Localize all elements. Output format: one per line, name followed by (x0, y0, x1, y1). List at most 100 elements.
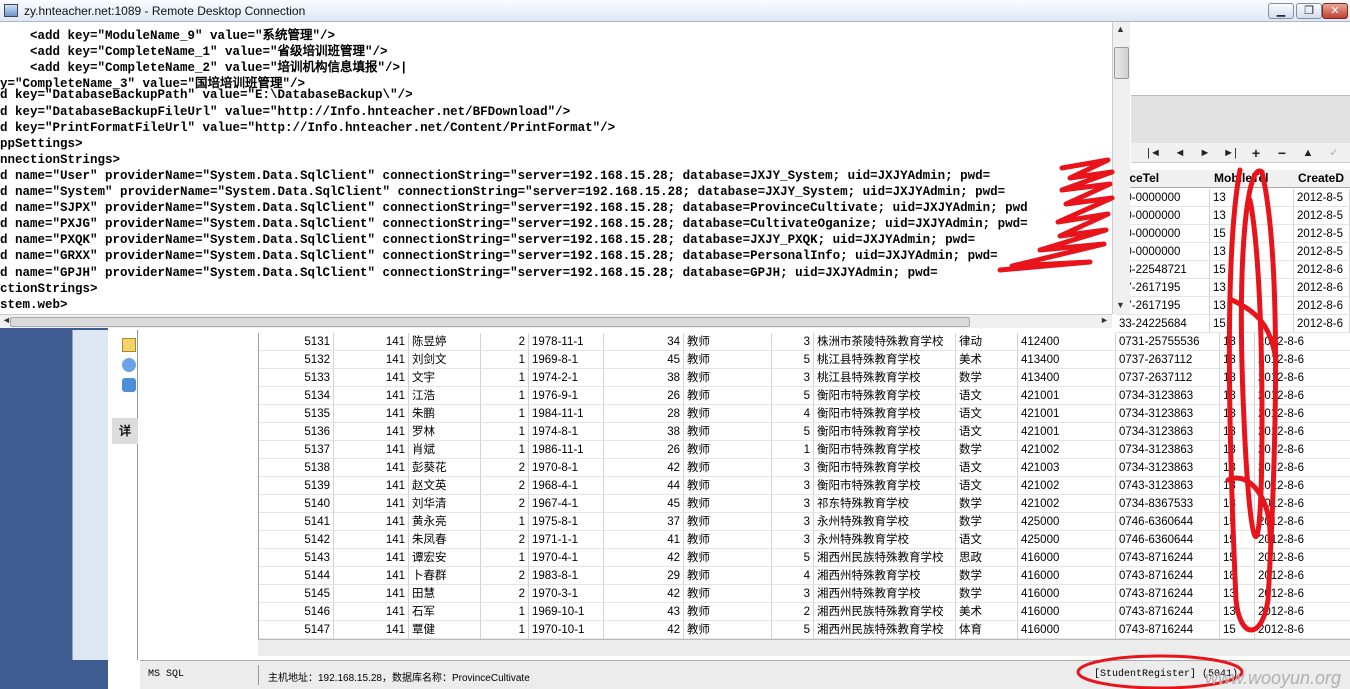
table-cell[interactable]: 5136 (259, 423, 334, 441)
table-cell[interactable]: 衡阳市特殊教育学校 (814, 477, 956, 495)
table-cell[interactable]: 0734-3123863 (1116, 405, 1220, 423)
table-cell[interactable]: 教师 (684, 405, 772, 423)
table-cell[interactable]: 42 (604, 621, 684, 639)
table-cell[interactable]: 0746-6360644 (1116, 513, 1220, 531)
table-cell[interactable]: 421001 (1018, 387, 1116, 405)
table-cell[interactable]: 教师 (684, 441, 772, 459)
table-cell[interactable]: 教师 (684, 567, 772, 585)
table-cell[interactable]: 00-0000000 (1116, 207, 1210, 225)
table-cell[interactable]: 0731-25755536 (1116, 333, 1220, 351)
table-cell[interactable]: 15 (1210, 261, 1294, 279)
restore-button[interactable]: ❐ (1296, 3, 1322, 19)
table-row[interactable]: 00-0000000 15 2012-8-5 (1116, 225, 1350, 243)
table-cell[interactable]: 1 (481, 513, 529, 531)
table-row[interactable]: 5139 141 赵文英 2 1968-4-1 44 教师 3 衡阳市特殊教育学校 语文 42100… (259, 477, 1350, 495)
table-cell[interactable]: 3 (772, 459, 814, 477)
database-icon[interactable] (122, 358, 136, 372)
table-cell[interactable]: 13 (1220, 585, 1255, 603)
table-cell[interactable]: 1970-10-1 (529, 621, 604, 639)
table-cell[interactable]: 文宇 (409, 369, 481, 387)
table-cell[interactable]: 2 (481, 333, 529, 351)
table-cell[interactable]: 0734-3123863 (1116, 441, 1220, 459)
table-cell[interactable]: 5 (772, 423, 814, 441)
table-cell[interactable]: 13 (1220, 405, 1255, 423)
table-cell[interactable]: 1 (481, 549, 529, 567)
table-cell[interactable]: 412400 (1018, 333, 1116, 351)
table-cell[interactable]: 15 (1220, 621, 1255, 639)
table-cell[interactable]: 刘剑文 (409, 351, 481, 369)
table-cell[interactable]: 衡阳市特殊教育学校 (814, 441, 956, 459)
table-cell[interactable]: 思政 (956, 549, 1018, 567)
table-row[interactable]: 5147 141 覃健 1 1970-10-1 42 教师 5 湘西州民族特殊教育学校 体育 416… (259, 621, 1350, 639)
table-cell[interactable]: 15 (1210, 315, 1294, 333)
table-cell[interactable]: 教师 (684, 621, 772, 639)
table-cell[interactable]: 数学 (956, 585, 1018, 603)
table-cell[interactable]: 1 (481, 369, 529, 387)
table-cell[interactable]: 141 (334, 441, 409, 459)
table-cell[interactable]: 湘西州特殊教育学校 (814, 567, 956, 585)
table-cell[interactable]: 赵文英 (409, 477, 481, 495)
table-cell[interactable]: 语文 (956, 459, 1018, 477)
table-cell[interactable]: 18 (1220, 369, 1255, 387)
table-cell[interactable]: 141 (334, 459, 409, 477)
table-cell[interactable]: 421002 (1018, 495, 1116, 513)
table-cell[interactable]: 0734-3123863 (1116, 459, 1220, 477)
table-cell[interactable]: 1970-8-1 (529, 459, 604, 477)
table-cell[interactable]: 美术 (956, 603, 1018, 621)
table-cell[interactable]: 1 (481, 603, 529, 621)
table-cell[interactable]: 5132 (259, 351, 334, 369)
table-cell[interactable]: 26 (604, 441, 684, 459)
table-cell[interactable]: 2012-8-6 (1255, 459, 1350, 477)
table-cell[interactable]: 38 (604, 369, 684, 387)
table-cell[interactable]: 141 (334, 477, 409, 495)
table-cell[interactable]: 教师 (684, 495, 772, 513)
hscroll-thumb[interactable] (10, 317, 970, 327)
grid-horizontal-scrollbar[interactable] (258, 639, 1350, 656)
table-cell[interactable]: 2012-8-6 (1294, 315, 1350, 333)
table-row[interactable]: 5138 141 彭葵花 2 1970-8-1 42 教师 3 衡阳市特殊教育学校 语文 42100… (259, 459, 1350, 477)
table-cell[interactable]: 朱鹏 (409, 405, 481, 423)
table-cell[interactable]: 2012-8-6 (1255, 477, 1350, 495)
table-cell[interactable]: 教师 (684, 351, 772, 369)
table-cell[interactable]: 数学 (956, 369, 1018, 387)
table-cell[interactable]: 湘西州民族特殊教育学校 (814, 621, 956, 639)
post-record-button[interactable]: ✓ (1323, 145, 1345, 161)
table-cell[interactable]: 42 (604, 459, 684, 477)
table-cell[interactable]: 13 (1220, 387, 1255, 405)
table-cell[interactable]: 1 (481, 405, 529, 423)
table-cell[interactable]: 0743-8716244 (1116, 549, 1220, 567)
table-cell[interactable]: 黄永亮 (409, 513, 481, 531)
table-cell[interactable]: 3 (772, 333, 814, 351)
table-cell[interactable]: 覃健 (409, 621, 481, 639)
table-cell[interactable]: 1974-2-1 (529, 369, 604, 387)
table-cell[interactable]: 421001 (1018, 405, 1116, 423)
table-row[interactable]: 00-0000000 13 2012-8-5 (1116, 207, 1350, 225)
table-cell[interactable]: 13 (1220, 603, 1255, 621)
table-cell[interactable]: 5 (772, 387, 814, 405)
table-cell[interactable]: 教师 (684, 333, 772, 351)
table-cell[interactable]: 5145 (259, 585, 334, 603)
col-header-createdate[interactable]: CreateD (1298, 171, 1344, 185)
table-cell[interactable]: 45 (604, 495, 684, 513)
table-cell[interactable]: 13 (1220, 333, 1255, 351)
table-row[interactable]: 00-0000000 13 2012-8-5 (1116, 189, 1350, 207)
table-cell[interactable]: 5 (772, 621, 814, 639)
table-cell[interactable]: 律动 (956, 333, 1018, 351)
table-cell[interactable]: 5 (772, 351, 814, 369)
table-cell[interactable]: 13 (1210, 279, 1294, 297)
table-cell[interactable]: 141 (334, 495, 409, 513)
table-cell[interactable]: 体育 (956, 621, 1018, 639)
table-cell[interactable]: 卜春群 (409, 567, 481, 585)
table-cell[interactable]: 0734-3123863 (1116, 423, 1220, 441)
table-cell[interactable]: 1970-3-1 (529, 585, 604, 603)
table-cell[interactable]: 5143 (259, 549, 334, 567)
table-cell[interactable]: 5146 (259, 603, 334, 621)
table-cell[interactable]: 湘西州民族特殊教育学校 (814, 549, 956, 567)
table-cell[interactable]: 1 (481, 351, 529, 369)
table-cell[interactable]: 2012-8-6 (1294, 297, 1350, 315)
table-cell[interactable]: 13 (1220, 423, 1255, 441)
table-cell[interactable]: 141 (334, 405, 409, 423)
table-cell[interactable]: 141 (334, 333, 409, 351)
table-cell[interactable]: 0737-2637112 (1116, 369, 1220, 387)
table-cell[interactable]: 2 (481, 495, 529, 513)
